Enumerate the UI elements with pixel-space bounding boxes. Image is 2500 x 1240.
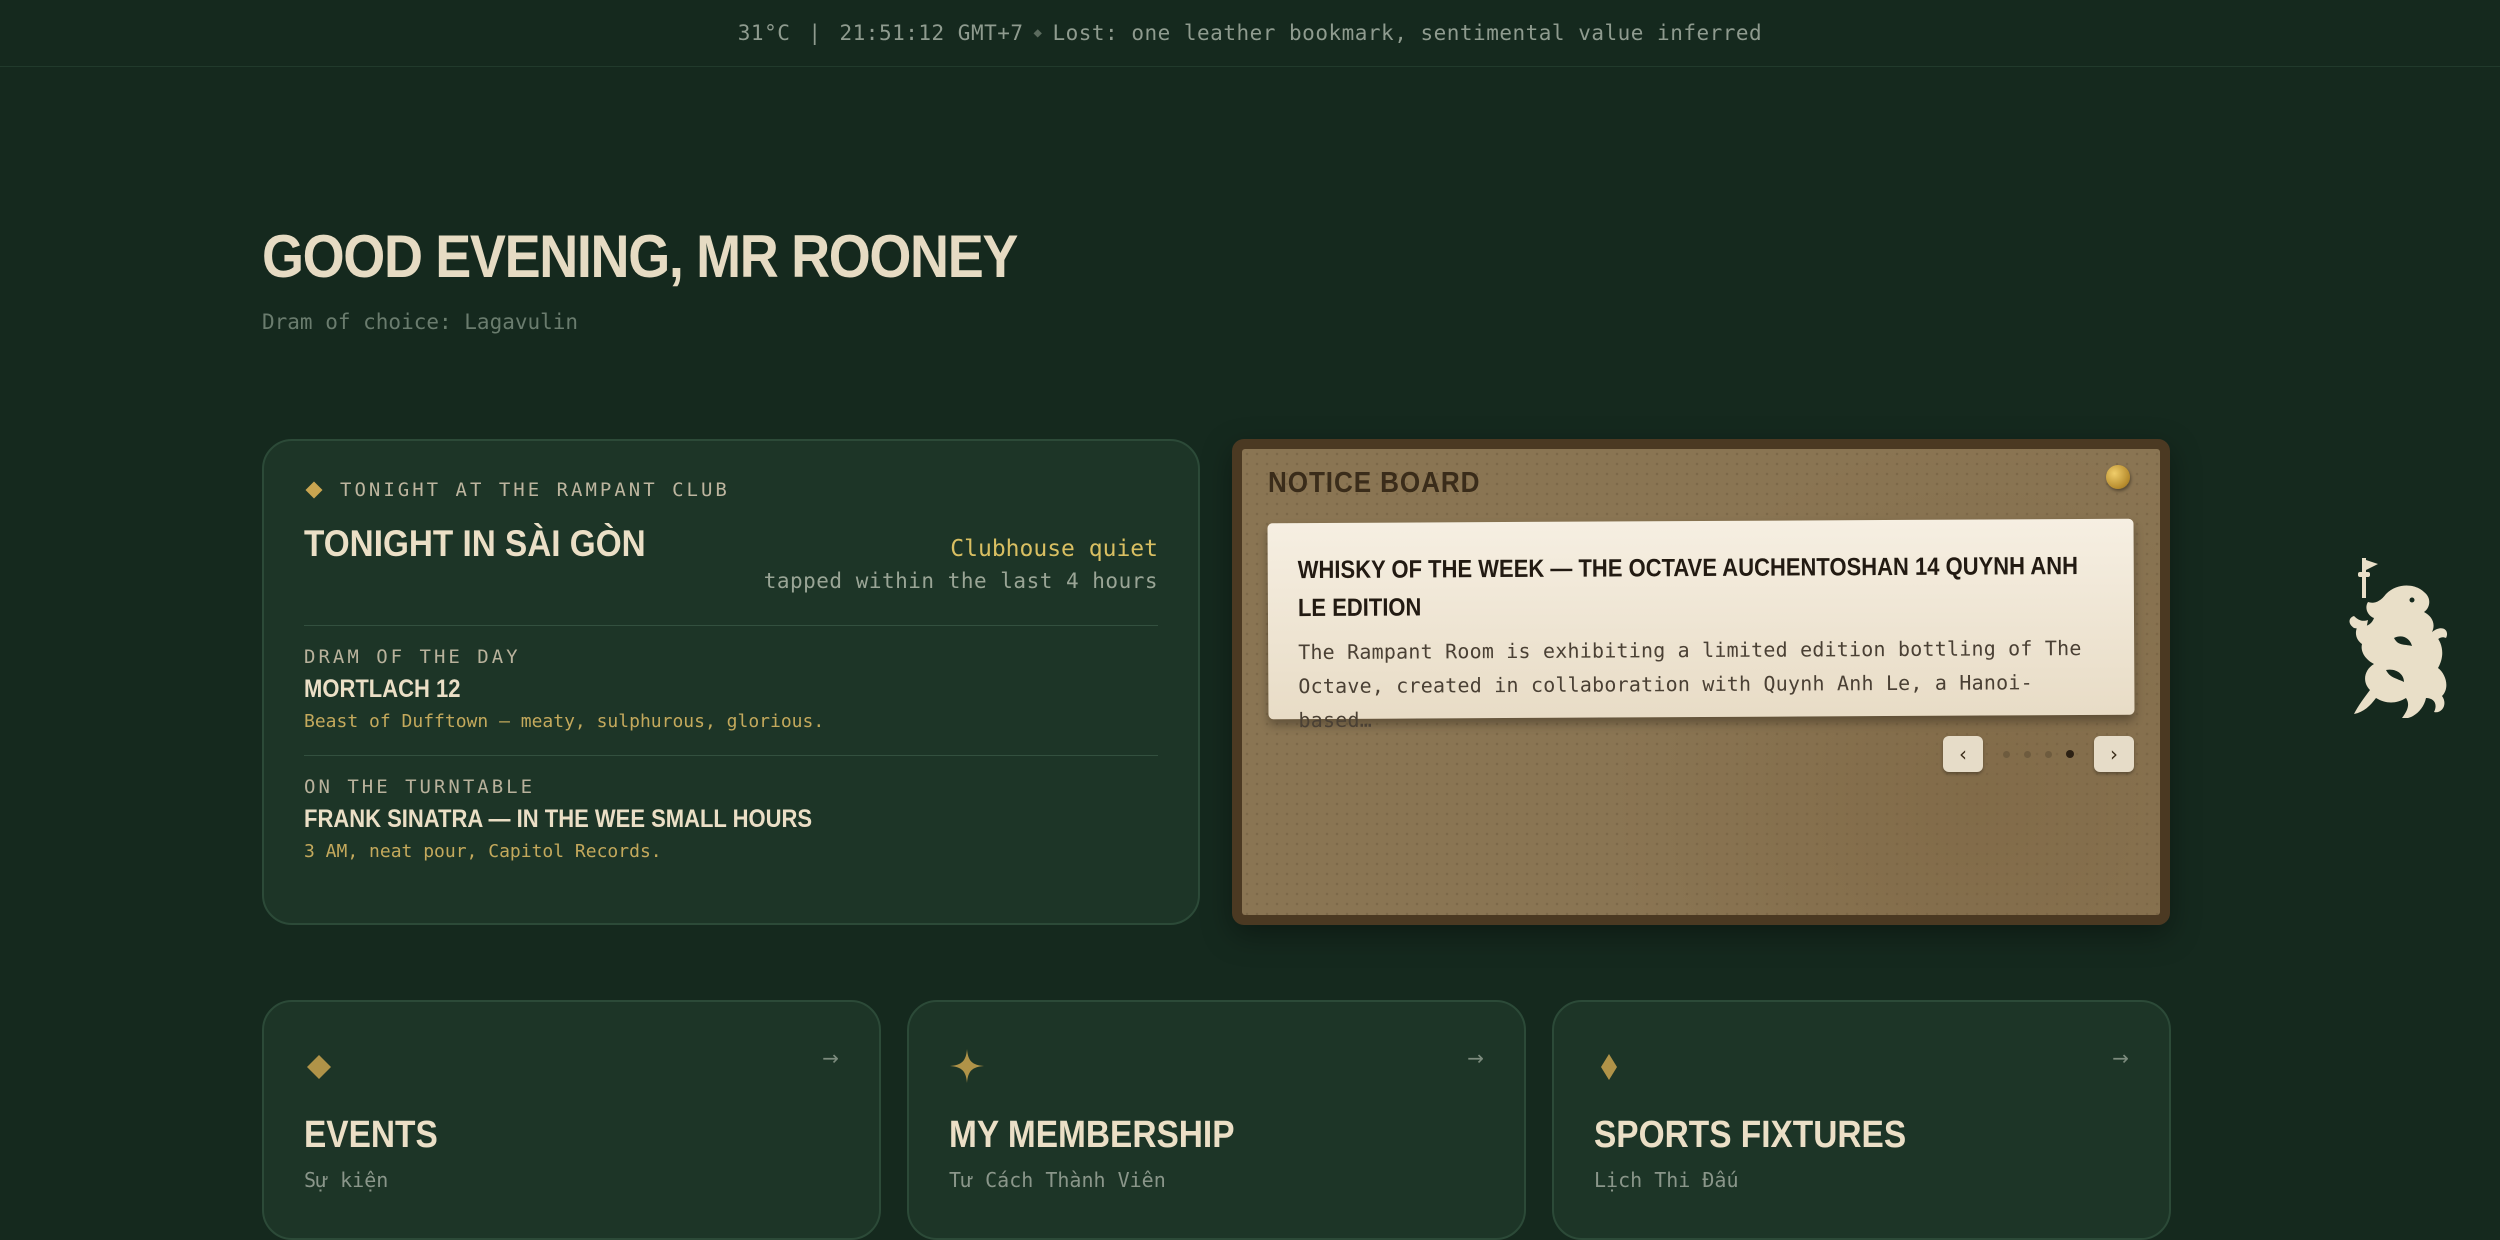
dram-label: DRAM OF THE DAY bbox=[304, 646, 521, 668]
arrow-right-icon: → bbox=[1467, 1046, 1484, 1070]
temperature: 31°C bbox=[737, 21, 791, 45]
prev-notice-button[interactable]: ‹ bbox=[1943, 736, 1983, 772]
pagination-dot[interactable] bbox=[2045, 750, 2052, 758]
tonight-city: TONIGHT IN SÀI GÒN bbox=[304, 523, 646, 564]
tonight-kicker: TONIGHT AT THE RAMPANT CLUB bbox=[304, 479, 730, 501]
sports-fixtures-title: SPORTS FIXTURES bbox=[1594, 1114, 1907, 1156]
lost-notice: Lost: one leather bookmark, sentimental … bbox=[1052, 21, 1763, 45]
notice-card-title: WHISKY OF THE WEEK — THE OCTAVE AUCHENTO… bbox=[1297, 552, 2079, 623]
membership-title: MY MEMBERSHIP bbox=[949, 1114, 1235, 1156]
diamond-icon bbox=[305, 481, 323, 499]
events-tile[interactable]: → EVENTS Sự kiện bbox=[262, 1000, 881, 1240]
notice-card[interactable]: WHISKY OF THE WEEK — THE OCTAVE AUCHENTO… bbox=[1267, 518, 2135, 732]
arrow-right-icon: → bbox=[2112, 1046, 2129, 1070]
star-icon bbox=[950, 1049, 984, 1083]
tonight-kicker-label: TONIGHT AT THE RAMPANT CLUB bbox=[340, 479, 730, 501]
page-title: GOOD EVENING, MR ROONEY bbox=[262, 223, 1018, 290]
pagination-dots bbox=[2003, 750, 2074, 758]
sports-fixtures-subtitle: Lịch Thi Đấu bbox=[1594, 1168, 1739, 1192]
turntable-title: FRANK SINATRA — IN THE WEE SMALL HOURS bbox=[304, 805, 813, 833]
notice-card-body: The Rampant Room is exhibiting a limited… bbox=[1298, 636, 2082, 733]
dram-title: MORTLACH 12 bbox=[304, 675, 461, 703]
rampant-lion-crest-icon[interactable] bbox=[2346, 558, 2452, 724]
dram-of-choice: Dram of choice: Lagavulin bbox=[262, 310, 579, 334]
notice-board-title: NOTICE BOARD bbox=[1268, 467, 1481, 499]
clock: 21:51:12 GMT+7 bbox=[839, 21, 1024, 45]
pagination-dot[interactable] bbox=[2003, 750, 2010, 758]
clubhouse-status-note: tapped within the last 4 hours bbox=[763, 569, 1158, 593]
status-bar: 31°C | 21:51:12 GMT+7 ◆ Lost: one leathe… bbox=[0, 0, 2500, 67]
membership-subtitle: Tư Cách Thành Viên bbox=[949, 1168, 1166, 1192]
events-title: EVENTS bbox=[304, 1114, 438, 1156]
next-notice-button[interactable]: › bbox=[2094, 736, 2134, 772]
pushpin-icon bbox=[2106, 465, 2130, 489]
diamond-icon bbox=[307, 1055, 331, 1079]
status-separator: | bbox=[808, 21, 822, 45]
pagination-dot[interactable] bbox=[2066, 750, 2074, 758]
notice-pagination: ‹ › bbox=[1943, 736, 2134, 772]
notice-board: NOTICE BOARD WHISKY OF THE WEEK — THE OC… bbox=[1232, 439, 2170, 925]
dot-separator-icon: ◆ bbox=[1033, 25, 1043, 41]
turntable-note: 3 AM, neat pour, Capitol Records. bbox=[304, 841, 662, 862]
sports-fixtures-tile[interactable]: → SPORTS FIXTURES Lịch Thi Đấu bbox=[1552, 1000, 2171, 1240]
rhombus-icon bbox=[1601, 1054, 1617, 1080]
dram-note: Beast of Dufftown — meaty, sulphurous, g… bbox=[304, 711, 825, 732]
arrow-right-icon: → bbox=[822, 1046, 839, 1070]
pagination-dot[interactable] bbox=[2024, 750, 2031, 758]
clubhouse-status: Clubhouse quiet bbox=[950, 536, 1158, 562]
divider bbox=[304, 755, 1158, 756]
membership-tile[interactable]: → MY MEMBERSHIP Tư Cách Thành Viên bbox=[907, 1000, 1526, 1240]
tonight-card: TONIGHT AT THE RAMPANT CLUB TONIGHT IN S… bbox=[262, 439, 1200, 925]
divider bbox=[304, 625, 1158, 626]
events-subtitle: Sự kiện bbox=[304, 1168, 389, 1192]
turntable-label: ON THE TURNTABLE bbox=[304, 776, 536, 798]
